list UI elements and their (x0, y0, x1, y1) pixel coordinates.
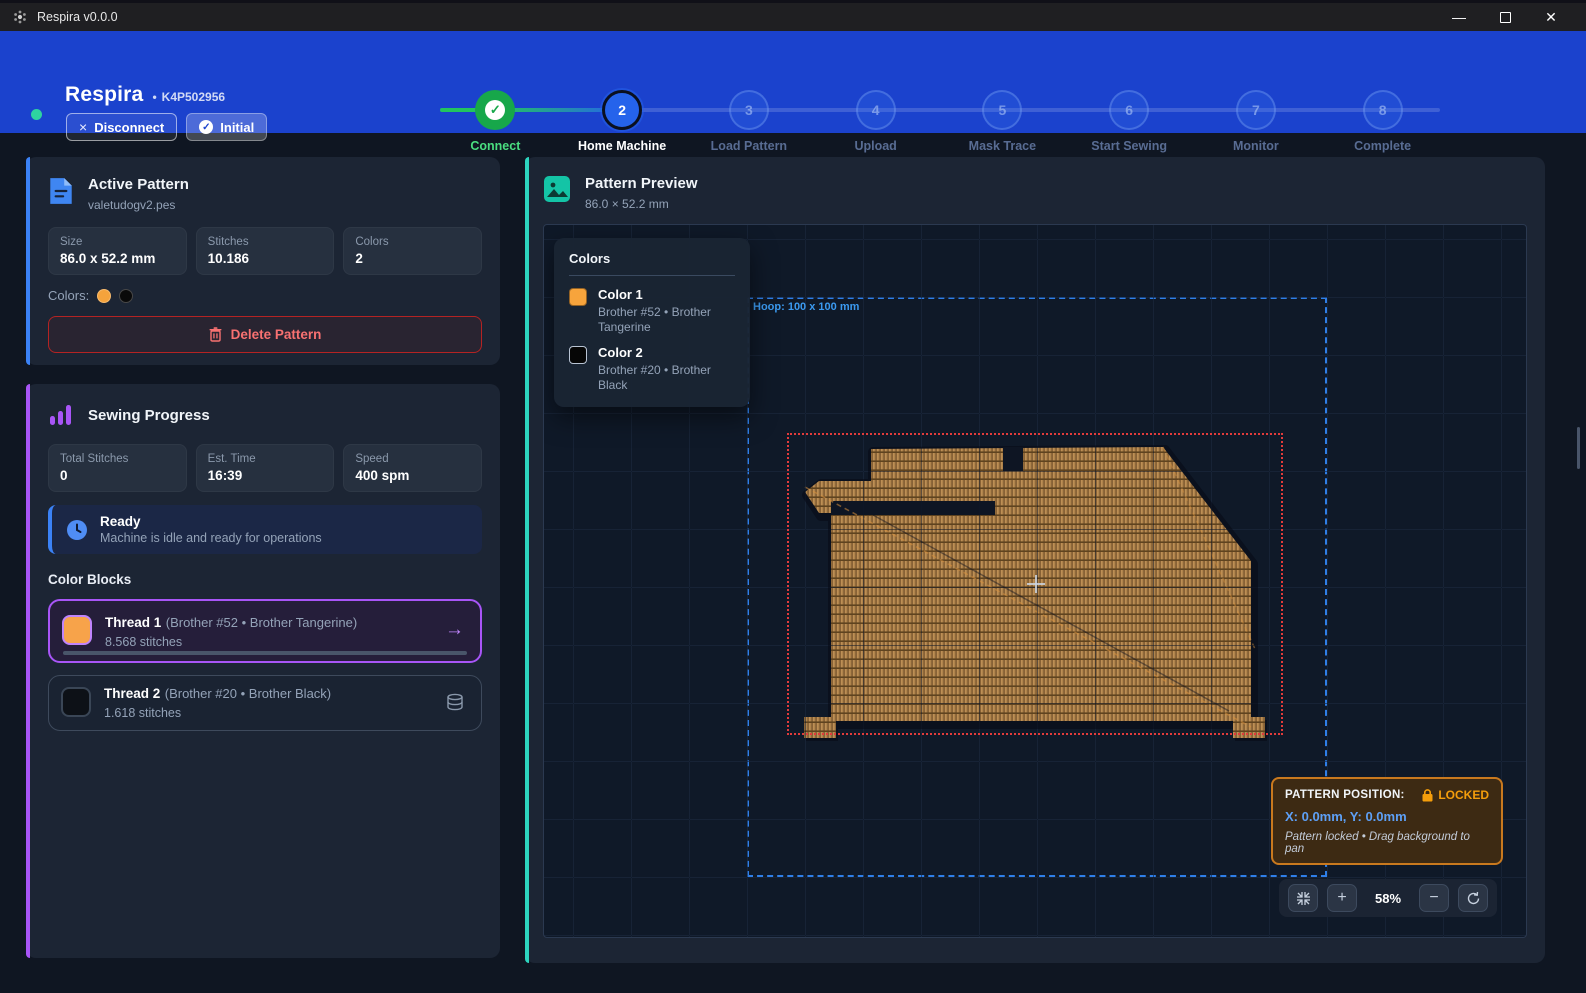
step-load-pattern[interactable]: 3 Load Pattern (686, 62, 813, 164)
workflow-stepper: ✓ Connect 2 Home Machine 3 Load Pattern … (432, 62, 1446, 164)
sewing-progress-title: Sewing Progress (88, 407, 210, 424)
active-pattern-title: Active Pattern (88, 176, 189, 193)
step-home-machine[interactable]: 2 Home Machine (559, 62, 686, 164)
stat-size: Size 86.0 x 52.2 mm (48, 227, 187, 275)
trash-icon (209, 327, 222, 342)
thread-1-swatch (62, 615, 92, 645)
center-crosshair (1035, 575, 1037, 593)
step-monitor[interactable]: 7 Monitor (1193, 62, 1320, 164)
window-title: Respira v0.0.0 (37, 10, 118, 24)
legend-color-1: Color 1 Brother #52 • Brother Tangerine (569, 287, 735, 335)
app-header: Respira •K4P502956 × Disconnect ✓ Initia… (0, 31, 1586, 133)
colors-label: Colors: (48, 288, 89, 303)
pattern-coords: X: 0.0mm, Y: 0.0mm (1285, 809, 1489, 824)
pattern-lock-hint: Pattern locked • Drag background to pan (1285, 831, 1489, 855)
pattern-preview-card: Pattern Preview 86.0 × 52.2 mm (525, 157, 1545, 963)
pattern-preview-title: Pattern Preview (585, 175, 698, 192)
legend-swatch-2 (569, 346, 587, 364)
hoop-label: Hoop: 100 x 100 mm (753, 301, 859, 313)
stat-stitches: Stitches 10.186 (196, 227, 335, 275)
zoom-level: 58% (1366, 891, 1410, 906)
machine-serial: •K4P502956 (152, 90, 225, 104)
titlebar: Respira v0.0.0 — ✕ (0, 3, 1586, 31)
active-pattern-card: Active Pattern valetudogv2.pes Size 86.0… (26, 157, 500, 365)
color-blocks-label: Color Blocks (48, 572, 482, 587)
colors-legend: Colors Color 1 Brother #52 • Brother Tan… (554, 238, 750, 407)
maximize-button[interactable] (1482, 3, 1528, 31)
step-complete[interactable]: 8 Complete (1319, 62, 1446, 164)
clock-icon (66, 519, 88, 541)
pattern-position-overlay: PATTERN POSITION: LOCKED X: 0.0mm, Y: 0.… (1271, 777, 1503, 865)
arrow-right-icon: → (445, 619, 464, 641)
lock-icon (1422, 789, 1433, 802)
stat-total-stitches: Total Stitches 0 (48, 444, 187, 492)
card-accent-edge (26, 384, 30, 958)
zoom-in-button[interactable]: + (1327, 884, 1357, 912)
zoom-controls: + 58% − (1279, 879, 1497, 917)
x-icon: × (79, 119, 87, 135)
check-circle-icon: ✓ (199, 120, 213, 134)
window-scrollbar-thumb[interactable] (1577, 427, 1580, 469)
pattern-dimensions: 86.0 × 52.2 mm (585, 197, 698, 211)
fit-to-screen-button[interactable] (1288, 884, 1318, 912)
reset-view-button[interactable] (1458, 884, 1488, 912)
stat-colors: Colors 2 (343, 227, 482, 275)
locked-badge: LOCKED (1422, 788, 1489, 802)
disconnect-button[interactable]: × Disconnect (66, 113, 177, 141)
app-icon (12, 9, 28, 25)
card-accent-edge (525, 157, 529, 963)
initial-button[interactable]: ✓ Initial (186, 113, 267, 141)
color-swatch-2 (119, 289, 133, 303)
color-swatch-1 (97, 289, 111, 303)
image-icon (543, 175, 571, 203)
refresh-icon (1466, 891, 1481, 906)
stat-est-time: Est. Time 16:39 (196, 444, 335, 492)
brand-title: Respira (65, 83, 143, 107)
minimize-button[interactable]: — (1436, 3, 1482, 31)
close-button[interactable]: ✕ (1528, 3, 1574, 31)
file-icon (48, 176, 74, 206)
stat-speed: Speed 400 spm (343, 444, 482, 492)
fit-icon (1296, 891, 1311, 906)
card-accent-edge (26, 157, 30, 365)
step-upload[interactable]: 4 Upload (812, 62, 939, 164)
bar-chart-icon (48, 402, 74, 428)
legend-swatch-1 (569, 288, 587, 306)
layers-icon (445, 692, 465, 712)
thread-2-row[interactable]: Thread 2 (Brother #20 • Brother Black) 1… (48, 675, 482, 731)
step-check-icon: ✓ (475, 90, 515, 130)
zoom-out-button[interactable]: − (1419, 884, 1449, 912)
machine-status-banner: Ready Machine is idle and ready for oper… (48, 505, 482, 554)
connection-status-dot (31, 109, 42, 120)
status-message: Machine is idle and ready for operations (100, 531, 322, 545)
thread-2-swatch (61, 687, 91, 717)
pattern-filename: valetudogv2.pes (88, 198, 189, 212)
sewing-progress-card: Sewing Progress Total Stitches 0 Est. Ti… (26, 384, 500, 958)
status-title: Ready (100, 514, 322, 529)
step-mask-trace[interactable]: 5 Mask Trace (939, 62, 1066, 164)
step-connect[interactable]: ✓ Connect (432, 62, 559, 164)
delete-pattern-button[interactable]: Delete Pattern (48, 316, 482, 353)
legend-color-2: Color 2 Brother #20 • Brother Black (569, 345, 735, 393)
maximize-icon (1500, 12, 1511, 23)
preview-canvas[interactable]: Hoop: 100 x 100 mm Colors Color 1 Brothe… (543, 224, 1527, 938)
thread-1-row[interactable]: Thread 1 (Brother #52 • Brother Tangerin… (48, 599, 482, 663)
step-start-sewing[interactable]: 6 Start Sewing (1066, 62, 1193, 164)
thread-1-progress-bar (63, 651, 467, 655)
